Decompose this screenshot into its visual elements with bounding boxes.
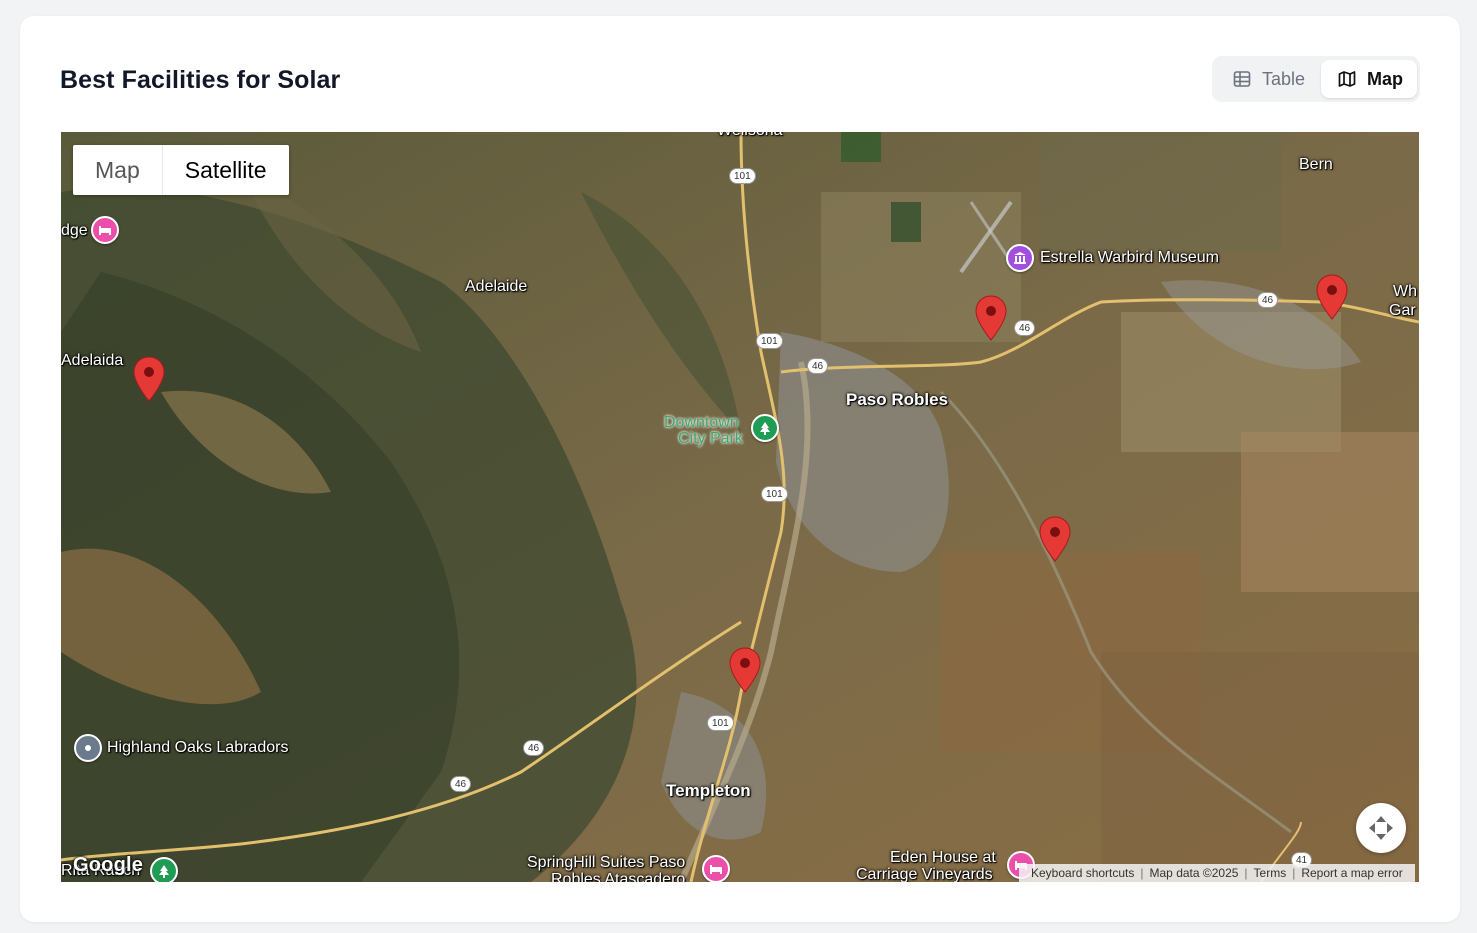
place-label-whitley-line2: Gar [1389, 302, 1416, 319]
highway-shield: 46 [523, 740, 545, 756]
map-type-satellite-button[interactable]: Satellite [163, 145, 289, 195]
satellite-map[interactable]: Map Satellite Wellsona Bern Adelaide Ade… [61, 132, 1419, 882]
facility-marker[interactable] [1039, 516, 1071, 562]
map-attribution: Keyboard shortcuts | Map data ©2025 | Te… [1019, 864, 1415, 882]
park-poi-icon[interactable] [751, 414, 779, 442]
fullscreen-button[interactable] [1356, 803, 1406, 853]
place-label-wellsona: Wellsona [717, 132, 783, 140]
park-poi-icon[interactable] [150, 857, 178, 882]
card-title: Best Facilities for Solar [60, 66, 341, 94]
view-toggle: Table Map [1212, 56, 1420, 102]
place-label-downtown: Downtown [664, 414, 739, 431]
keyboard-shortcuts-link[interactable]: Keyboard shortcuts [1025, 866, 1140, 880]
map-data-label: Map data ©2025 [1149, 866, 1239, 880]
place-label-springhill-line2: Robles Atascadero [551, 871, 686, 882]
place-label-eden-line2: Carriage Vineyards [856, 866, 993, 882]
report-map-error-link[interactable]: Report a map error [1295, 866, 1408, 880]
facility-marker[interactable] [133, 356, 165, 402]
place-label-adelaida: Adelaida [61, 352, 124, 369]
facility-marker[interactable] [729, 647, 761, 693]
place-label-highland-oaks: Highland Oaks Labradors [107, 739, 289, 756]
map-view-button[interactable]: Map [1321, 60, 1418, 98]
map-icon [1338, 71, 1356, 87]
place-label-whitley-line1: Wh [1393, 283, 1417, 300]
facility-marker[interactable] [1316, 274, 1348, 320]
place-label-lodge: dge [61, 222, 88, 239]
satellite-imagery [61, 132, 1419, 882]
highway-shield: 46 [450, 776, 472, 792]
highway-shield: 101 [707, 715, 734, 731]
highway-shield: 46 [1257, 292, 1279, 308]
highway-shield: 101 [729, 168, 756, 184]
terms-link[interactable]: Terms [1248, 866, 1293, 880]
museum-poi-icon[interactable] [1006, 244, 1034, 272]
place-label-estrella-warbird-museum: Estrella Warbird Museum [1040, 249, 1220, 266]
table-icon [1233, 71, 1251, 87]
fullscreen-icon [1369, 816, 1393, 840]
pin-poi-icon[interactable] [74, 734, 102, 762]
place-label-bern: Bern [1299, 156, 1333, 173]
facility-marker[interactable] [975, 295, 1007, 341]
google-logo: Google [73, 854, 144, 876]
table-view-label: Table [1262, 68, 1306, 89]
hotel-poi-icon[interactable] [702, 855, 730, 882]
map-view-label: Map [1367, 68, 1404, 89]
map-type-map-button[interactable]: Map [73, 145, 162, 195]
hotel-poi-icon[interactable] [91, 216, 119, 244]
place-label-adelaide: Adelaide [465, 278, 528, 295]
highway-shield: 101 [761, 486, 788, 502]
highway-shield: 46 [1014, 320, 1036, 336]
table-view-button[interactable]: Table [1216, 60, 1319, 98]
facilities-card: Best Facilities for Solar Table Map Map … [20, 16, 1460, 922]
place-label-templeton: Templeton [666, 781, 751, 800]
place-label-city-park: City Park [678, 430, 743, 447]
place-label-paso-robles: Paso Robles [846, 390, 949, 409]
place-label-springhill-line1: SpringHill Suites Paso [527, 854, 686, 871]
highway-shield: 46 [807, 358, 829, 374]
place-label-eden-line1: Eden House at [890, 849, 996, 866]
highway-shield: 101 [756, 333, 783, 349]
map-type-control: Map Satellite [73, 145, 289, 195]
